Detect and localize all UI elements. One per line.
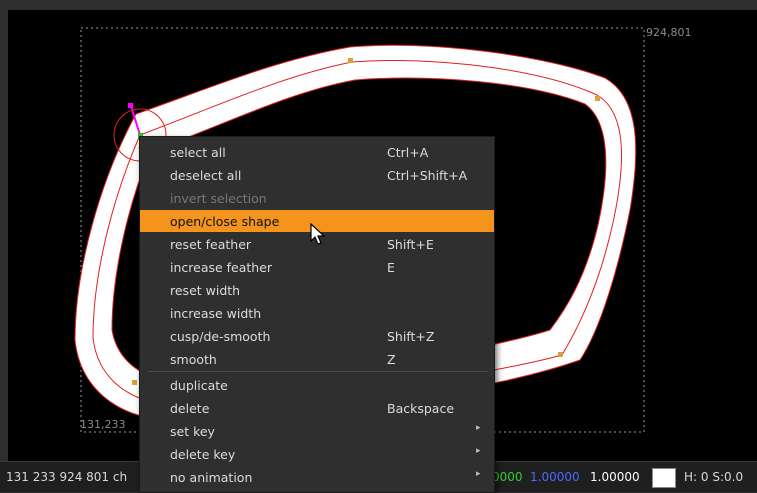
status-blue-value: 1.00000 <box>530 470 580 484</box>
menu-item-cusp-de-smooth[interactable]: cusp/de-smooth Shift+Z <box>140 325 494 347</box>
status-green-value: 0000 <box>492 470 523 484</box>
status-coords: 131 233 924 801 ch <box>6 470 128 484</box>
menu-item-deselect-all[interactable]: deselect all Ctrl+Shift+A <box>140 164 494 186</box>
tangent-handle-end[interactable] <box>128 103 133 108</box>
menu-item-no-animation[interactable]: no animation ▸ <box>140 466 494 488</box>
menu-item-duplicate[interactable]: duplicate <box>140 374 494 396</box>
menu-item-invert-selection: invert selection <box>170 191 267 206</box>
menu-item-increase-width[interactable]: increase width <box>140 302 494 324</box>
menu-item-set-key[interactable]: set key ▸ <box>140 420 494 442</box>
control-point[interactable] <box>132 380 137 385</box>
control-point[interactable] <box>558 352 563 357</box>
mouse-cursor-icon <box>310 222 328 251</box>
context-menu: select all Ctrl+A deselect all Ctrl+Shif… <box>139 136 495 493</box>
menu-item-smooth[interactable]: smooth Z <box>140 348 494 370</box>
status-hsv: H: 0 S:0.0 <box>684 470 744 484</box>
menu-item-select-all[interactable]: select all Ctrl+A <box>140 141 494 163</box>
bbox-top-right-label: 924,801 <box>646 26 692 39</box>
control-point[interactable] <box>348 58 353 63</box>
menu-item-delete-key[interactable]: delete key ▸ <box>140 443 494 465</box>
control-point[interactable] <box>595 96 600 101</box>
menu-separator <box>148 371 488 372</box>
status-alpha-value: 1.00000 <box>590 470 640 484</box>
submenu-arrow-icon: ▸ <box>476 469 481 479</box>
submenu-arrow-icon: ▸ <box>476 446 481 456</box>
menu-item-increase-feather[interactable]: increase feather E <box>140 256 494 278</box>
bbox-bottom-left-label: 131,233 <box>80 418 126 431</box>
submenu-arrow-icon: ▸ <box>476 423 481 433</box>
menu-item-delete[interactable]: delete Backspace <box>140 397 494 419</box>
color-swatch <box>652 468 676 488</box>
menu-item-reset-width[interactable]: reset width <box>140 279 494 301</box>
